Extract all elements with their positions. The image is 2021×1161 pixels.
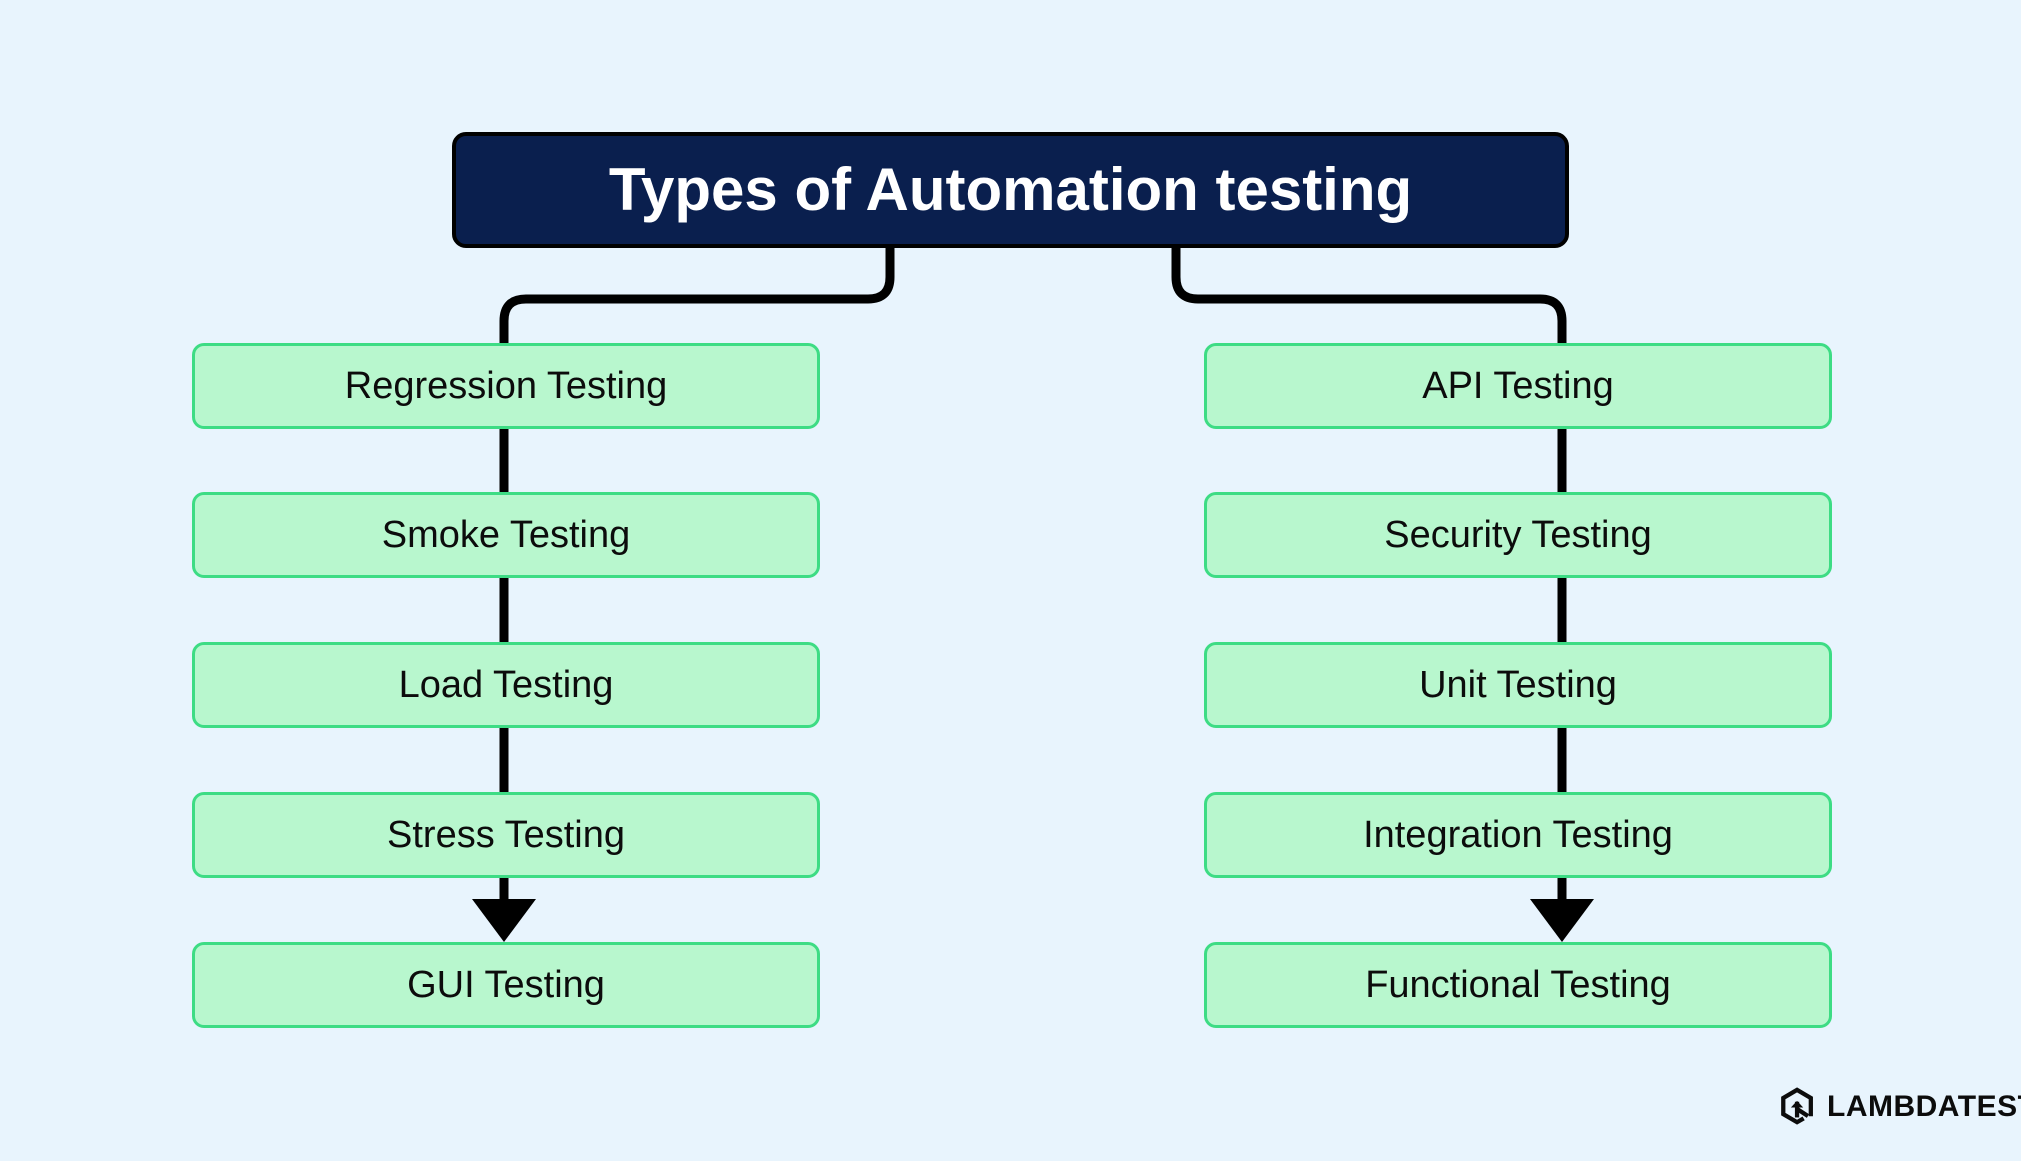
node-gui-testing[interactable]: GUI Testing <box>192 942 820 1028</box>
node-label: Unit Testing <box>1419 664 1617 706</box>
node-stress-testing[interactable]: Stress Testing <box>192 792 820 878</box>
node-unit-testing[interactable]: Unit Testing <box>1204 642 1832 728</box>
node-api-testing[interactable]: API Testing <box>1204 343 1832 429</box>
node-regression-testing[interactable]: Regression Testing <box>192 343 820 429</box>
node-functional-testing[interactable]: Functional Testing <box>1204 942 1832 1028</box>
connector-title-to-right-branch <box>1171 248 1567 343</box>
node-label: GUI Testing <box>407 964 605 1006</box>
lambdatest-hexagon-arrow-icon <box>1781 1087 1813 1125</box>
node-label: Regression Testing <box>344 365 668 407</box>
node-load-testing[interactable]: Load Testing <box>192 642 820 728</box>
diagram-title-text: Types of Automation testing <box>608 156 1413 223</box>
connector-title-to-left-branch <box>499 248 895 343</box>
node-label: API Testing <box>1422 365 1614 407</box>
diagram-canvas: Types of Automation testing Regression T… <box>0 0 2021 1161</box>
arrowhead-left <box>472 899 536 942</box>
node-label: Security Testing <box>1384 514 1652 556</box>
arrowhead-right <box>1530 899 1594 942</box>
diagram-title-node: Types of Automation testing <box>452 132 1569 248</box>
node-label: Smoke Testing <box>381 514 631 556</box>
node-label: Integration Testing <box>1363 814 1673 856</box>
node-smoke-testing[interactable]: Smoke Testing <box>192 492 820 578</box>
node-security-testing[interactable]: Security Testing <box>1204 492 1832 578</box>
node-label: Functional Testing <box>1365 964 1671 1006</box>
node-integration-testing[interactable]: Integration Testing <box>1204 792 1832 878</box>
lambdatest-logo: LAMBDATEST <box>1779 1087 2021 1127</box>
node-label: Stress Testing <box>387 814 625 856</box>
lambdatest-wordmark: LAMBDATEST <box>1827 1090 2021 1123</box>
node-label: Load Testing <box>398 664 614 706</box>
